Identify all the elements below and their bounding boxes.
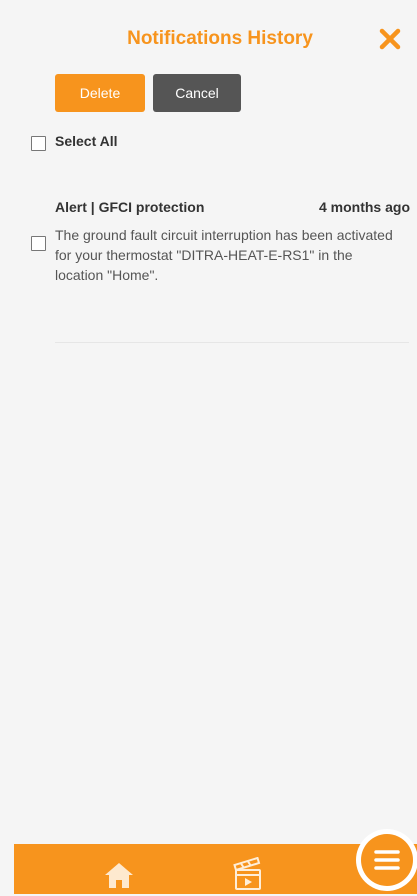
- select-all-checkbox[interactable]: [31, 136, 46, 151]
- notification-body: The ground fault circuit interruption ha…: [55, 227, 393, 283]
- menu-icon: [374, 850, 400, 870]
- menu-button[interactable]: [356, 829, 417, 891]
- scenes-icon: [233, 856, 261, 890]
- page-title: Notifications History: [127, 28, 313, 49]
- menu-button-inner: [361, 834, 413, 886]
- nav-home-button[interactable]: [103, 859, 135, 891]
- cancel-button[interactable]: Cancel: [153, 74, 241, 112]
- notification-title: Alert | GFCI protection: [55, 199, 205, 215]
- delete-button[interactable]: Delete: [55, 74, 145, 112]
- close-button[interactable]: [377, 26, 403, 52]
- notification-time: 4 months ago: [318, 199, 410, 215]
- select-all-label: Select All: [55, 133, 118, 149]
- close-icon: [379, 28, 401, 50]
- home-icon: [105, 863, 133, 888]
- nav-scenes-button[interactable]: [232, 856, 264, 891]
- divider: [55, 342, 409, 343]
- notification-checkbox[interactable]: [31, 236, 46, 251]
